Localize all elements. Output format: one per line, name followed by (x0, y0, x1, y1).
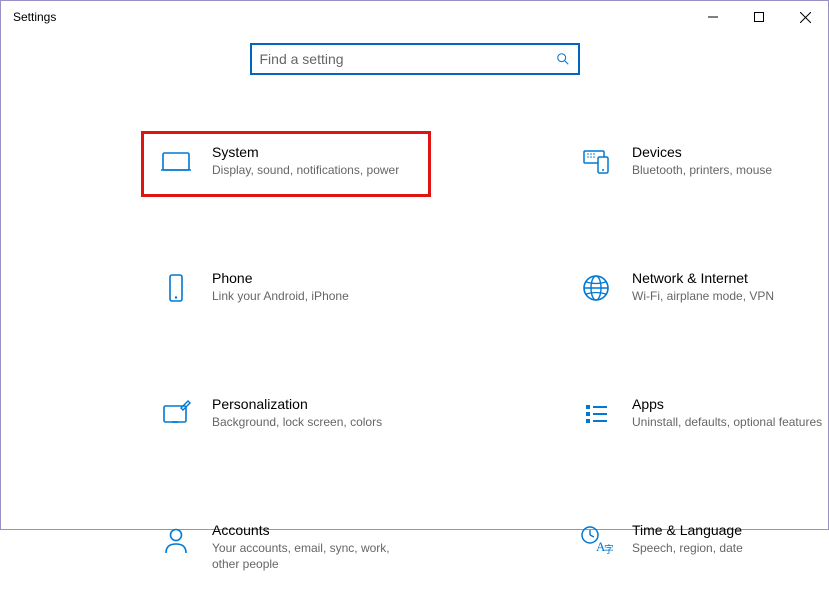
minimize-button[interactable] (690, 1, 736, 33)
category-text: Time & Language Speech, region, date (632, 522, 829, 556)
category-text: System Display, sound, notifications, po… (212, 144, 414, 178)
category-title: System (212, 144, 414, 160)
category-network[interactable]: Network & Internet Wi-Fi, airplane mode,… (561, 257, 829, 323)
category-text: Network & Internet Wi-Fi, airplane mode,… (632, 270, 829, 304)
network-icon (578, 270, 614, 306)
category-title: Personalization (212, 396, 414, 412)
close-icon (800, 12, 811, 23)
category-title: Time & Language (632, 522, 829, 538)
category-title: Phone (212, 270, 414, 286)
category-text: Devices Bluetooth, printers, mouse (632, 144, 829, 178)
category-time-language[interactable]: A 字 Time & Language Speech, region, date (561, 509, 829, 589)
apps-icon (578, 396, 614, 432)
category-title: Apps (632, 396, 829, 412)
category-devices[interactable]: Devices Bluetooth, printers, mouse (561, 131, 829, 197)
settings-categories: System Display, sound, notifications, po… (1, 131, 828, 589)
category-title: Network & Internet (632, 270, 829, 286)
category-desc: Display, sound, notifications, power (212, 162, 414, 178)
search-input[interactable] (260, 51, 556, 67)
category-desc: Your accounts, email, sync, work, other … (212, 540, 414, 572)
category-title: Devices (632, 144, 829, 160)
accounts-icon (158, 522, 194, 558)
search-icon (556, 52, 570, 66)
minimize-icon (708, 12, 718, 22)
personalization-icon (158, 396, 194, 432)
maximize-icon (754, 12, 764, 22)
category-desc: Link your Android, iPhone (212, 288, 414, 304)
search-container (1, 43, 828, 75)
phone-icon (158, 270, 194, 306)
category-text: Phone Link your Android, iPhone (212, 270, 414, 304)
category-accounts[interactable]: Accounts Your accounts, email, sync, wor… (141, 509, 431, 589)
category-desc: Bluetooth, printers, mouse (632, 162, 829, 178)
search-box[interactable] (250, 43, 580, 75)
devices-icon (578, 144, 614, 180)
category-apps[interactable]: Apps Uninstall, defaults, optional featu… (561, 383, 829, 449)
category-personalization[interactable]: Personalization Background, lock screen,… (141, 383, 431, 449)
category-text: Personalization Background, lock screen,… (212, 396, 414, 430)
time-language-icon: A 字 (578, 522, 614, 558)
maximize-button[interactable] (736, 1, 782, 33)
category-phone[interactable]: Phone Link your Android, iPhone (141, 257, 431, 323)
window-controls (690, 1, 828, 33)
category-desc: Background, lock screen, colors (212, 414, 414, 430)
system-icon (158, 144, 194, 180)
category-text: Apps Uninstall, defaults, optional featu… (632, 396, 829, 430)
category-title: Accounts (212, 522, 414, 538)
category-desc: Speech, region, date (632, 540, 829, 556)
category-desc: Uninstall, defaults, optional features (632, 414, 829, 430)
titlebar: Settings (1, 1, 828, 33)
close-button[interactable] (782, 1, 828, 33)
category-system[interactable]: System Display, sound, notifications, po… (141, 131, 431, 197)
category-desc: Wi-Fi, airplane mode, VPN (632, 288, 829, 304)
svg-text:字: 字 (604, 543, 613, 556)
window-title: Settings (13, 10, 56, 24)
